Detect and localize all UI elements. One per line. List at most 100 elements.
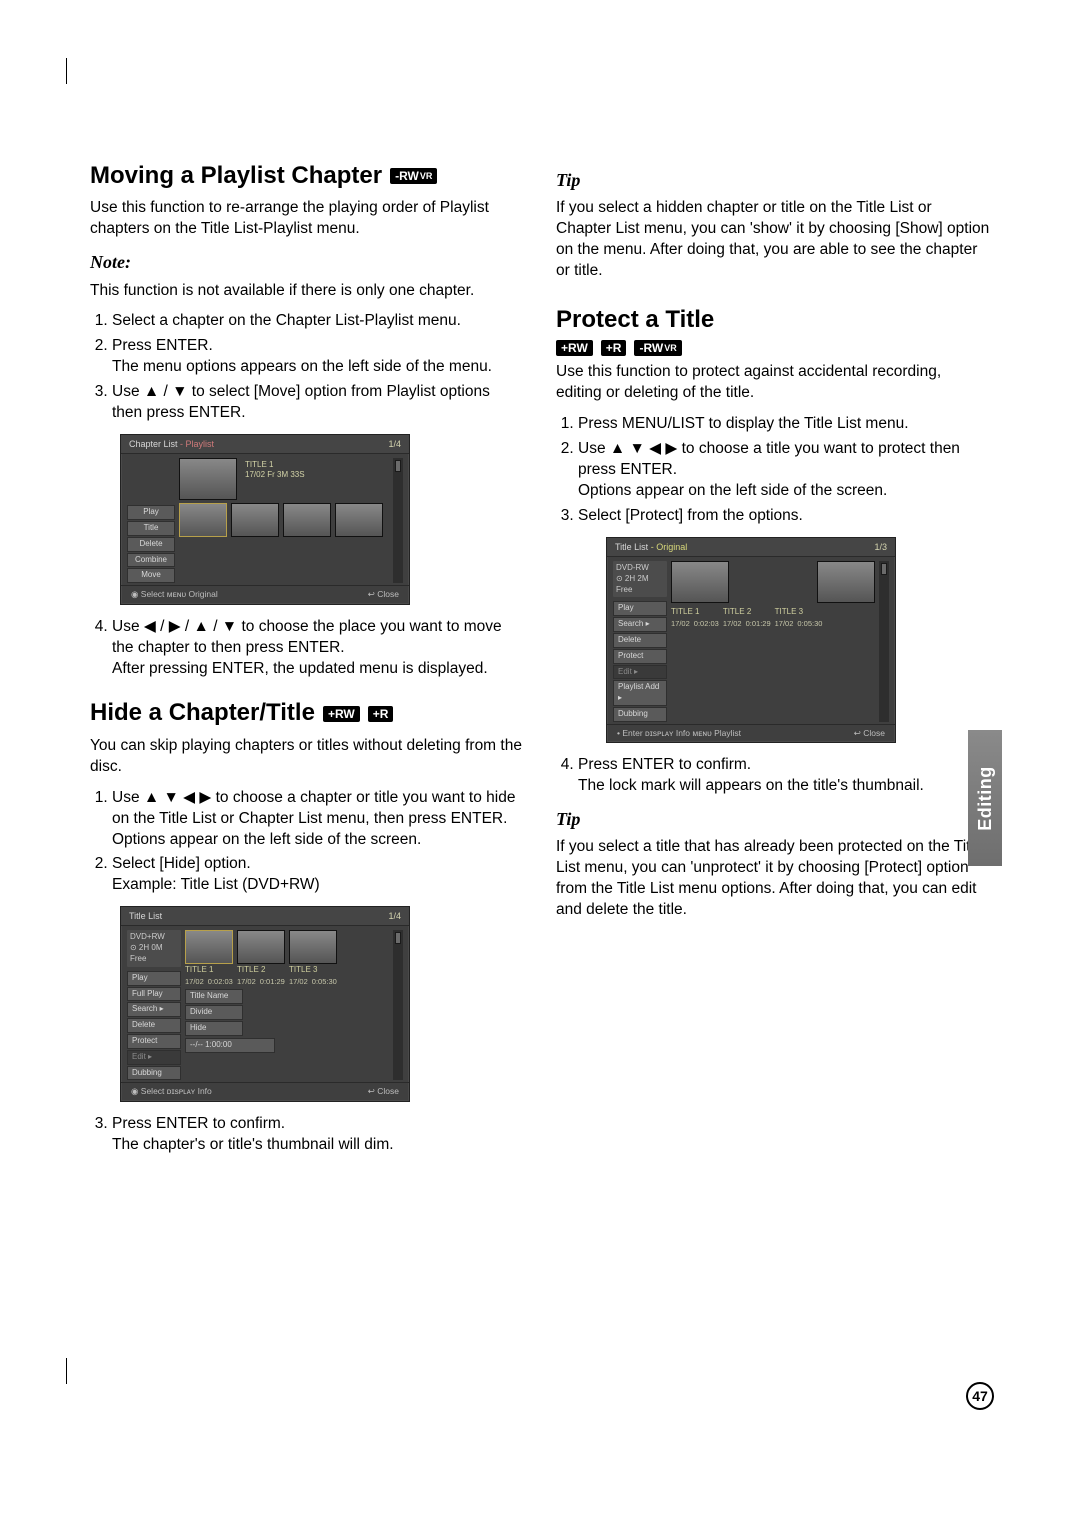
tip-label: Tip	[556, 168, 990, 192]
step-item: Use ◀ / ▶ / ▲ / ▼ to choose the place yo…	[112, 617, 524, 680]
osd-button[interactable]: Delete	[127, 537, 175, 552]
intro-para: Use this function to re-arrange the play…	[90, 198, 524, 240]
osd-button[interactable]: Full Play	[127, 987, 181, 1002]
osd-button[interactable]: Search ▸	[127, 1002, 181, 1017]
osd-button[interactable]: Play	[127, 971, 181, 986]
step-item: Use ▲ ▼ ◀ ▶ to choose a title you want t…	[578, 439, 990, 502]
thumbnail[interactable]	[283, 503, 331, 537]
osd-button[interactable]: Play	[127, 505, 175, 520]
left-column: Moving a Playlist Chapter -RWVR Use this…	[90, 160, 524, 1398]
step-item: Press ENTER. The menu options appears on…	[112, 336, 524, 378]
section-tab-editing: Editing	[968, 730, 1002, 866]
osd-button[interactable]: Protect	[613, 649, 667, 664]
thumbnail	[817, 561, 875, 603]
osd-button[interactable]: Protect	[127, 1034, 181, 1049]
osd-sidebar: DVD+RW ⊙ 2H 0M Free Play Full Play Searc…	[127, 930, 181, 1080]
osd-button[interactable]: Dubbing	[613, 707, 667, 722]
crop-mark	[66, 58, 67, 84]
tip-body: If you select a title that has already b…	[556, 837, 990, 921]
badge-plusr: +R	[601, 340, 627, 356]
steps-list-cont: Use ◀ / ▶ / ▲ / ▼ to choose the place yo…	[112, 617, 524, 680]
steps-list-cont: Press ENTER to confirm. The lock mark wi…	[578, 755, 990, 797]
osd-main: TITLE 1 17/02 Fr 3M 33S	[179, 458, 389, 583]
osd-sidebar: Play Title Delete Combine Move	[127, 458, 175, 583]
page-content: Moving a Playlist Chapter -RWVR Use this…	[90, 160, 990, 1398]
osd-main: TITLE 117/020:02:03 TITLE 217/020:01:29 …	[185, 930, 389, 1080]
step-item: Select [Protect] from the options.	[578, 506, 990, 527]
heading-text: Moving a Playlist Chapter	[90, 160, 382, 192]
badge-plusrw: +RW	[323, 706, 360, 722]
badge-rwvr: -RWVR	[390, 168, 437, 184]
step-item: Select a chapter on the Chapter List-Pla…	[112, 311, 524, 332]
osd-body: Play Title Delete Combine Move TITLE 1 1…	[121, 454, 409, 585]
osd-scrollbar[interactable]	[393, 930, 403, 1080]
steps-list: Select a chapter on the Chapter List-Pla…	[112, 311, 524, 424]
badge-plusr: +R	[368, 706, 394, 722]
osd-scrollbar[interactable]	[393, 458, 403, 583]
osd-sub-button[interactable]: Divide	[185, 1005, 243, 1020]
osd-button[interactable]: Delete	[127, 1018, 181, 1033]
osd-sub-button[interactable]: Hide	[185, 1021, 243, 1036]
osd-sidebar: DVD-RW ⊙ 2H 2M Free Play Search ▸ Delete…	[613, 561, 667, 722]
page-number: 47	[966, 1382, 994, 1410]
intro-para: Use this function to protect against acc…	[556, 362, 990, 404]
thumbnail[interactable]	[335, 503, 383, 537]
osd-header: Chapter List - Playlist 1/4	[121, 435, 409, 454]
osd-button[interactable]: Search ▸	[613, 617, 667, 632]
step-item: Select [Hide] option. Example: Title Lis…	[112, 854, 524, 896]
intro-para: You can skip playing chapters or titles …	[90, 736, 524, 778]
osd-footer: ◉ Select ᴅɪsᴘʟᴀʏ Info ↩ Close	[121, 1082, 409, 1100]
thumbnail[interactable]	[231, 503, 279, 537]
thumbnail[interactable]	[179, 503, 227, 537]
crop-mark	[66, 1358, 67, 1384]
steps-list: Use ▲ ▼ ◀ ▶ to choose a chapter or title…	[112, 788, 524, 897]
osd-header: Title List 1/4	[121, 907, 409, 926]
heading-text: Protect a Title	[556, 304, 714, 336]
badge-row: +RW +R -RWVR	[556, 340, 990, 356]
heading-protect-title: Protect a Title	[556, 304, 990, 336]
step-item: Press ENTER to confirm. The lock mark wi…	[578, 755, 990, 797]
osd-button[interactable]: Edit ▸	[613, 665, 667, 680]
osd-header: Title List - Original 1/3	[607, 538, 895, 557]
osd-title-list-rw: Title List 1/4 DVD+RW ⊙ 2H 0M Free Play …	[120, 906, 410, 1102]
steps-list: Press MENU/LIST to display the Title Lis…	[578, 414, 990, 527]
osd-footer: • Enter ᴅɪsᴘʟᴀʏ Info ᴍᴇɴᴜ Playlist ↩ Clo…	[607, 724, 895, 742]
osd-extra-row: --/-- 1:00:00	[185, 1038, 275, 1053]
tip-label: Tip	[556, 807, 990, 831]
osd-footer: ◉ Select ᴍᴇɴᴜ Original ↩ Close	[121, 585, 409, 603]
osd-button[interactable]: Dubbing	[127, 1066, 181, 1081]
heading-moving-playlist: Moving a Playlist Chapter -RWVR	[90, 160, 524, 192]
step-item: Press MENU/LIST to display the Title Lis…	[578, 414, 990, 435]
steps-list-cont: Press ENTER to confirm. The chapter's or…	[112, 1114, 524, 1156]
heading-hide-chapter: Hide a Chapter/Title +RW +R	[90, 697, 524, 729]
osd-button[interactable]: Play	[613, 601, 667, 616]
osd-button[interactable]: Combine	[127, 553, 175, 568]
step-item: Use ▲ / ▼ to select [Move] option from P…	[112, 382, 524, 424]
thumbnail[interactable]	[237, 930, 285, 964]
osd-body: DVD+RW ⊙ 2H 0M Free Play Full Play Searc…	[121, 926, 409, 1082]
osd-button[interactable]: Playlist Add ▸	[613, 680, 667, 706]
osd-scrollbar[interactable]	[879, 561, 889, 722]
badge-plusrw: +RW	[556, 340, 593, 356]
heading-text: Hide a Chapter/Title	[90, 697, 315, 729]
osd-button[interactable]: Move	[127, 568, 175, 583]
thumbnail[interactable]	[289, 930, 337, 964]
badge-rwvr: -RWVR	[634, 340, 681, 356]
right-column: Tip If you select a hidden chapter or ti…	[556, 160, 990, 1398]
osd-disc-info: DVD+RW ⊙ 2H 0M Free	[127, 930, 181, 966]
osd-title-list-original: Title List - Original 1/3 DVD-RW ⊙ 2H 2M…	[606, 537, 896, 743]
osd-sub-button[interactable]: Title Name	[185, 989, 243, 1004]
thumbnail	[671, 561, 729, 603]
thumbnail	[179, 458, 237, 500]
osd-button[interactable]: Delete	[613, 633, 667, 648]
osd-chapter-list: Chapter List - Playlist 1/4 Play Title D…	[120, 434, 410, 605]
thumbnail[interactable]	[185, 930, 233, 964]
step-item: Press ENTER to confirm. The chapter's or…	[112, 1114, 524, 1156]
osd-button[interactable]: Title	[127, 521, 175, 536]
osd-disc-info: DVD-RW ⊙ 2H 2M Free	[613, 561, 667, 597]
note-label: Note:	[90, 250, 524, 274]
step-item: Use ▲ ▼ ◀ ▶ to choose a chapter or title…	[112, 788, 524, 851]
osd-button[interactable]: Edit ▸	[127, 1050, 181, 1065]
note-body: This function is not available if there …	[90, 281, 524, 302]
osd-main: TITLE 117/020:02:03 TITLE 217/020:01:29 …	[671, 561, 875, 722]
